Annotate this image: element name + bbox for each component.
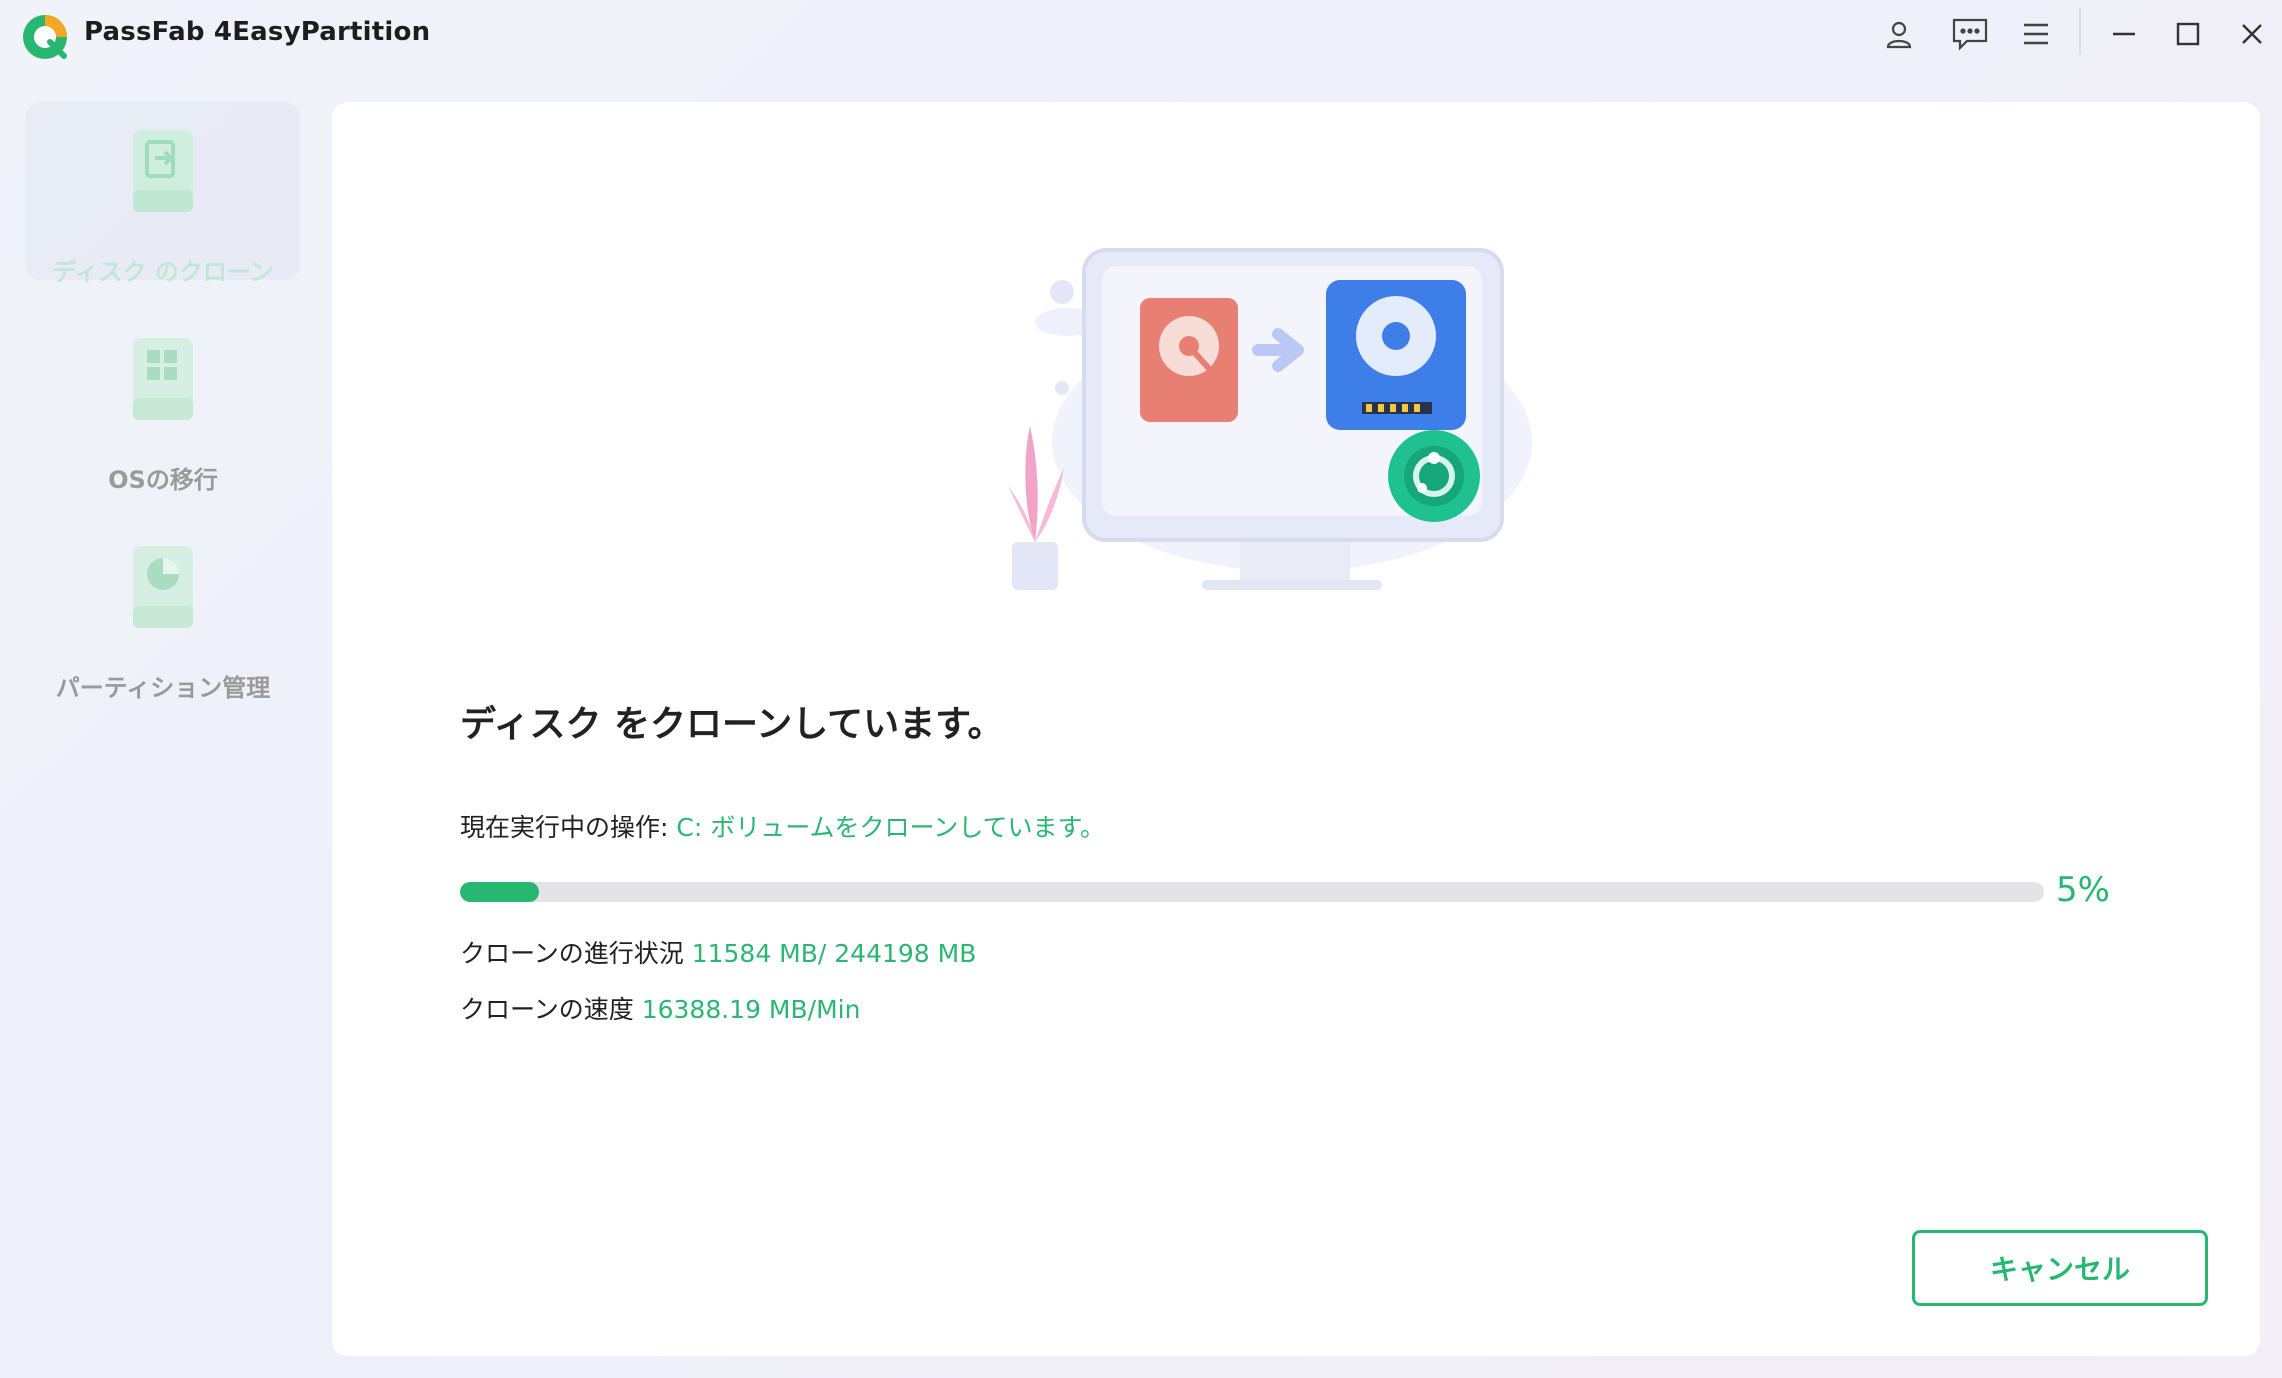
clone-progress-label: クローンの進行状況 <box>460 939 692 968</box>
clone-speed-stat: クローンの速度 16388.19 MB/Min <box>460 990 860 1026</box>
sidebar-item-os-migration[interactable]: OSの移行 <box>26 310 300 494</box>
operation-value: C: ボリュームをクローンしています。 <box>676 813 1105 842</box>
operation-label: 現在実行中の操作: <box>460 813 677 842</box>
progress-bar <box>460 882 2044 902</box>
sidebar-item-label: パーティション管理 <box>55 674 271 702</box>
main-panel: ディスク をクローンしています。 現在実行中の操作: C: ボリュームをクローン… <box>332 102 2260 1356</box>
sidebar-item-disk-clone[interactable]: ディスク のクローン <box>26 102 300 286</box>
maximize-icon[interactable] <box>2168 14 2208 54</box>
partition-management-icon <box>133 546 193 628</box>
clone-speed-value: 16388.19 MB/Min <box>641 995 861 1024</box>
os-migration-icon <box>133 338 193 420</box>
clone-progress-value: 11584 MB/ 244198 MB <box>691 939 977 968</box>
sidebar-item-label: ディスク のクローン <box>52 258 274 286</box>
title-bar: PassFab 4EasyPartition <box>0 0 2282 70</box>
progress-percent: 5% <box>2056 870 2110 910</box>
minimize-icon[interactable] <box>2104 14 2144 54</box>
menu-icon[interactable] <box>2016 14 2056 54</box>
close-icon[interactable] <box>2232 14 2272 54</box>
page-title: ディスク をクローンしています。 <box>460 704 1004 745</box>
disk-clone-illustration <box>1008 248 1532 590</box>
app-logo-icon <box>23 15 67 59</box>
sidebar: ディスク のクローン OSの移行 パーティション管理 <box>0 70 330 1378</box>
clone-speed-label: クローンの速度 <box>460 995 642 1024</box>
app-title: PassFab 4EasyPartition <box>84 17 431 47</box>
feedback-icon[interactable] <box>1950 14 1990 54</box>
clone-progress-stat: クローンの進行状況 11584 MB/ 244198 MB <box>460 934 976 970</box>
current-operation: 現在実行中の操作: C: ボリュームをクローンしています。 <box>460 808 1105 844</box>
cancel-button[interactable]: キャンセル <box>1912 1230 2208 1306</box>
titlebar-separator <box>2079 8 2081 54</box>
sidebar-item-label: OSの移行 <box>108 466 218 494</box>
user-icon[interactable] <box>1879 14 1919 54</box>
disk-clone-icon <box>133 130 193 212</box>
progress-bar-fill <box>460 882 540 902</box>
sidebar-item-partition-management[interactable]: パーティション管理 <box>26 518 300 702</box>
